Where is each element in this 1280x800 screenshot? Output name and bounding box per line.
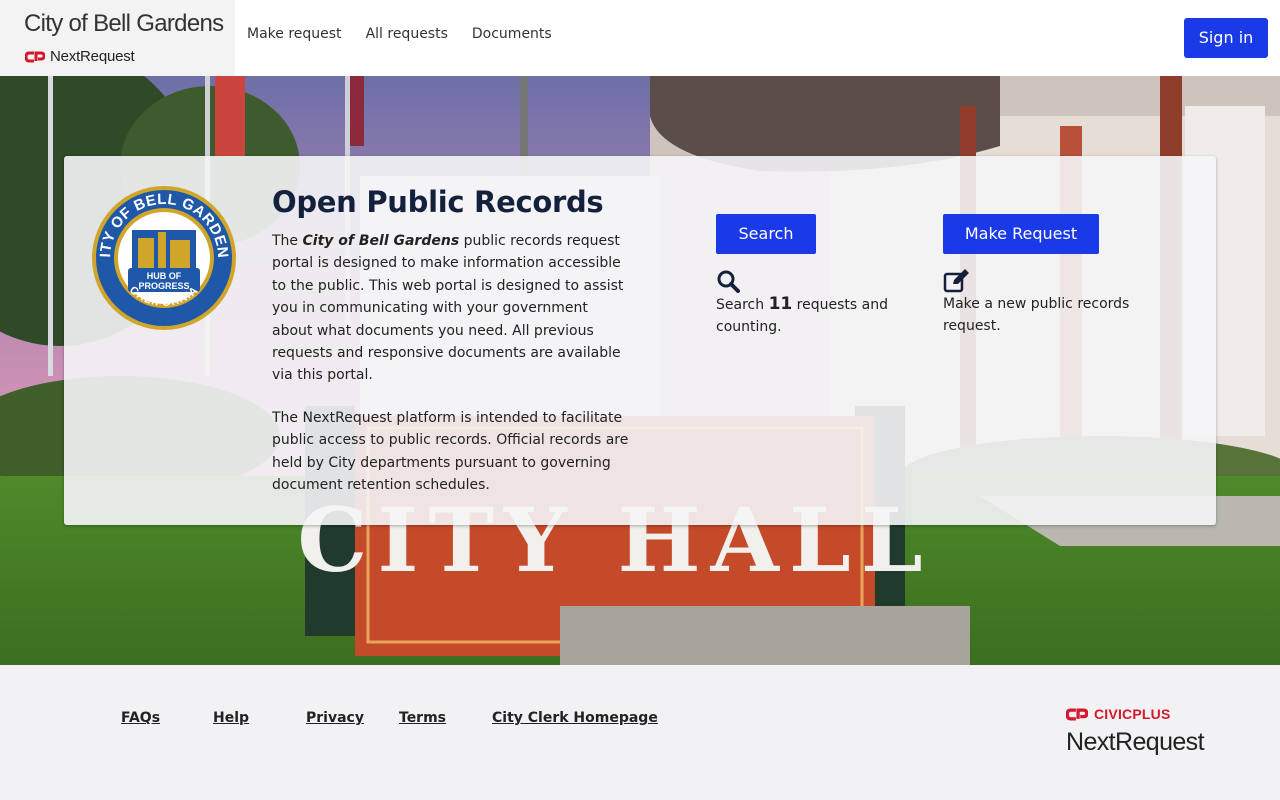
request-count: 11 — [768, 294, 793, 314]
nav-make-request[interactable]: Make request — [247, 26, 342, 42]
civicplus-mark-icon — [1066, 708, 1088, 720]
top-navbar: City of Bell Gardens NextRequest Make re… — [0, 0, 1280, 76]
footer-link-help[interactable]: Help — [213, 710, 249, 726]
intro-paragraph: The City of Bell Gardens public records … — [272, 230, 632, 387]
search-icon — [717, 270, 740, 293]
intro-city-name: City of Bell Gardens — [302, 233, 460, 249]
seal-banner-text-2: PROGRESS — [138, 281, 189, 291]
nav-all-requests[interactable]: All requests — [366, 26, 448, 42]
search-blurb: Search 11 requests and counting. — [716, 269, 896, 339]
make-request-blurb: Make a new public records request. — [943, 269, 1183, 338]
page-title: Open Public Records — [272, 185, 604, 219]
edit-icon — [943, 269, 969, 293]
nextrequest-wordmark: NextRequest — [1066, 728, 1205, 756]
portal-description: The City of Bell Gardens public records … — [272, 230, 632, 516]
search-blurb-prefix: Search — [716, 297, 769, 313]
footer-link-terms[interactable]: Terms — [399, 710, 446, 726]
city-name[interactable]: City of Bell Gardens — [24, 10, 224, 38]
product-name: NextRequest — [50, 48, 135, 65]
platform-paragraph: The NextRequest platform is intended to … — [272, 409, 629, 494]
footer: FAQs Help Privacy Terms City Clerk Homep… — [0, 665, 1280, 800]
nav-documents[interactable]: Documents — [472, 26, 552, 42]
civicplus-logo: CIVICPLUS — [1066, 706, 1170, 722]
civicplus-mark-icon — [25, 51, 45, 62]
nextrequest-logo: NextRequest — [25, 48, 135, 65]
make-request-button[interactable]: Make Request — [943, 214, 1099, 254]
intro-prefix: The — [272, 233, 303, 249]
footer-link-city-clerk-homepage[interactable]: City Clerk Homepage — [492, 710, 658, 726]
search-button[interactable]: Search — [716, 214, 816, 254]
intro-body: public records request portal is designe… — [272, 233, 624, 384]
hero-panel: CITY OF BELL GARDENS HUB OF PROGRESS CAL… — [64, 156, 1216, 525]
footer-link-privacy[interactable]: Privacy — [306, 710, 364, 726]
hero-section: CITY HALL CITY OF BELL GARDENS HUB OF PR… — [0, 76, 1280, 665]
civicplus-wordmark: CIVICPLUS — [1094, 706, 1171, 722]
footer-link-faqs[interactable]: FAQs — [121, 710, 160, 726]
city-seal-logo: CITY OF BELL GARDENS HUB OF PROGRESS CAL… — [90, 182, 236, 330]
main-nav: Make request All requests Documents — [247, 26, 576, 42]
make-request-text: Make a new public records request. — [943, 296, 1130, 335]
brand-area[interactable]: City of Bell Gardens NextRequest — [0, 0, 235, 76]
sign-in-button[interactable]: Sign in — [1184, 18, 1268, 58]
seal-banner-text-1: HUB OF — [147, 271, 182, 281]
